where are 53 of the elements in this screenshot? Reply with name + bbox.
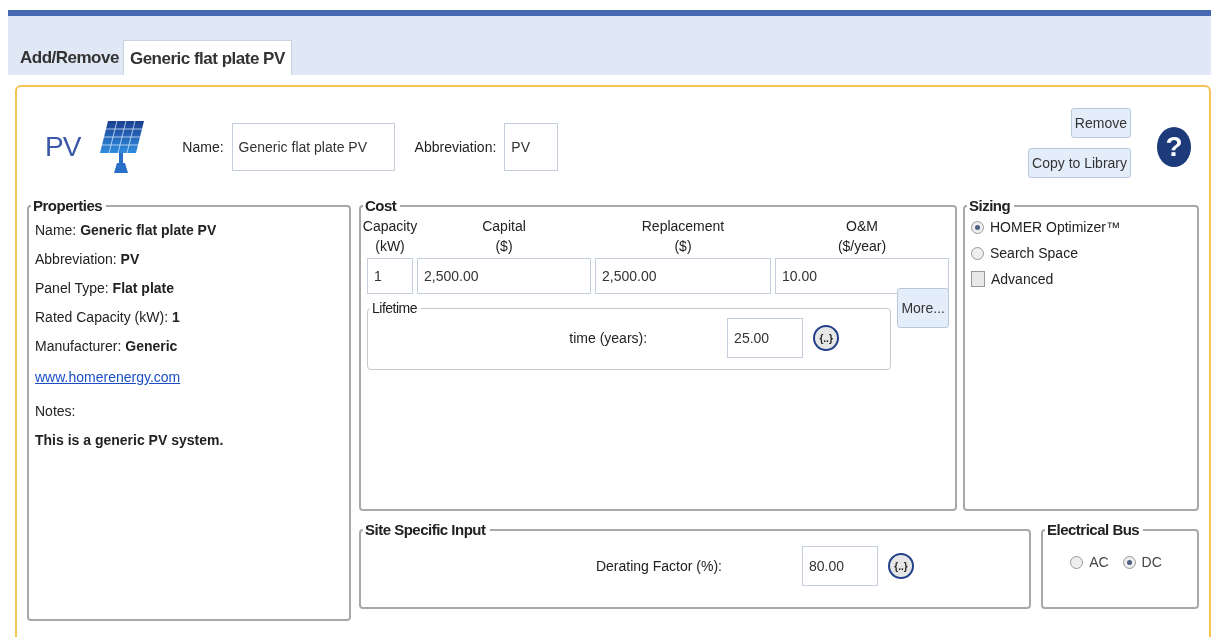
notes-text: This is a generic PV system. <box>35 432 225 448</box>
sensitivity-button[interactable]: {..} <box>888 553 914 579</box>
column-header: Capital <box>482 217 526 236</box>
column-header: Capacity <box>362 217 418 236</box>
cost-field[interactable]: 2,500.00 <box>595 258 771 294</box>
group-title: Cost <box>364 197 398 214</box>
radio-button[interactable] <box>971 246 984 260</box>
group-title: Electrical Bus <box>1046 521 1141 538</box>
notes-label: Notes: <box>35 403 77 419</box>
cost-field[interactable]: 1 <box>367 258 413 294</box>
name-field[interactable]: Generic flat plate PV <box>231 123 395 171</box>
tab[interactable]: Generic flat plate PV <box>122 40 292 75</box>
abbreviation-label: Abbreviation: <box>414 139 497 155</box>
group-title: Lifetime <box>371 300 419 316</box>
option-label: HOMER Optimizer™ <box>990 219 1120 235</box>
group-title: Site Specific Input <box>364 521 487 538</box>
column-header: Replacement <box>641 217 725 236</box>
solar-panel-icon <box>100 121 145 173</box>
property-text: Abbreviation: PV <box>35 251 141 267</box>
column-unit: ($/year) <box>837 237 887 256</box>
component-title: PV <box>45 131 81 163</box>
column-header: O&M <box>846 217 878 236</box>
derating-label: Derating Factor (%): <box>595 558 722 574</box>
column-unit: ($) <box>495 237 513 256</box>
property-text: Manufacturer: Generic <box>35 338 179 354</box>
cost-field[interactable]: 10.00 <box>775 258 949 294</box>
action-button[interactable]: Remove <box>1070 108 1131 138</box>
option-label: Search Space <box>990 245 1078 261</box>
option-label: DC <box>1141 554 1162 570</box>
option-label: AC <box>1089 554 1109 570</box>
lifetime-label: time (years): <box>569 330 648 346</box>
action-button[interactable]: Copy to Library <box>1028 148 1131 178</box>
property-text: Name: Generic flat plate PV <box>35 222 218 238</box>
tab[interactable]: Add/Remove <box>16 40 123 75</box>
sensitivity-button[interactable]: {..} <box>813 325 840 351</box>
lifetime-field[interactable]: 25.00 <box>727 318 804 358</box>
help-button[interactable]: ? <box>1157 127 1191 167</box>
group-title: Properties <box>32 197 104 214</box>
name-label: Name: <box>182 139 224 155</box>
radio-button[interactable] <box>1122 555 1136 569</box>
cost-field[interactable]: 2,500.00 <box>417 258 591 294</box>
property-text: Rated Capacity (kW): 1 <box>35 309 181 325</box>
column-unit: (kW) <box>375 237 405 256</box>
derating-field[interactable]: 80.00 <box>802 546 878 586</box>
column-unit: ($) <box>674 237 692 256</box>
radio-button[interactable] <box>1070 555 1084 569</box>
option-label: Advanced <box>991 271 1054 287</box>
abbreviation-field[interactable]: PV <box>504 123 559 171</box>
website-link[interactable]: www.homerenergy.com <box>35 369 181 385</box>
property-text: Panel Type: Flat plate <box>35 280 176 296</box>
checkbox[interactable] <box>971 271 985 287</box>
group-title: Sizing <box>968 197 1012 214</box>
radio-button[interactable] <box>971 220 984 234</box>
